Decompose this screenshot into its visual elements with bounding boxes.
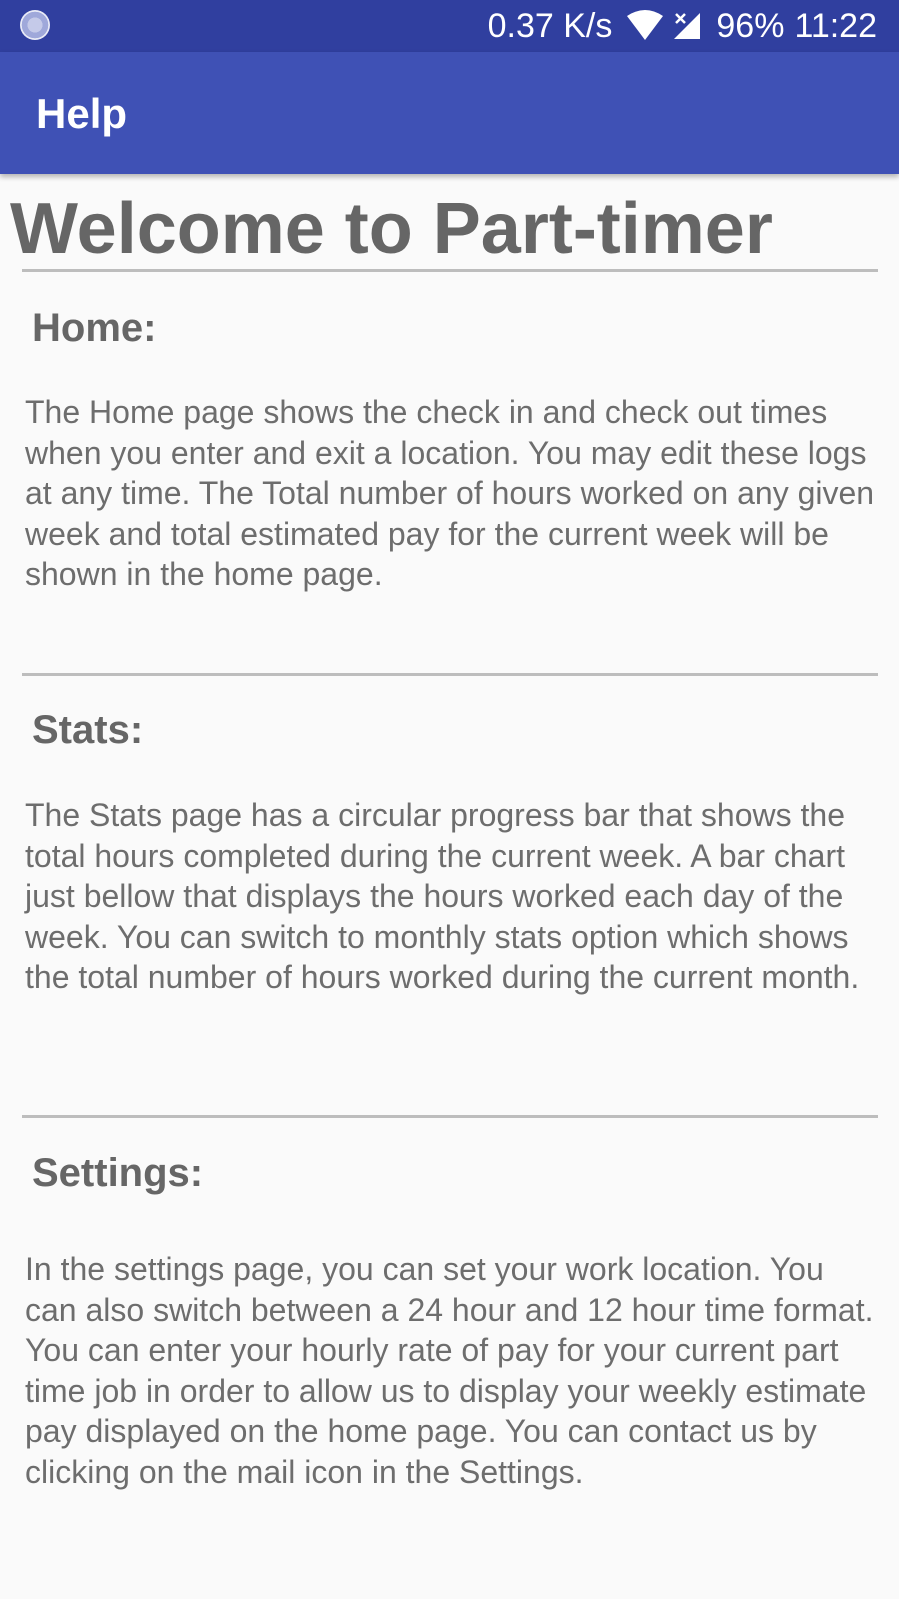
page-title: Welcome to Part-timer [10,189,773,269]
clock: 11:22 [794,6,877,45]
section-title-stats: Stats: [32,708,144,752]
divider [22,269,878,272]
section-body-home: The Home page shows the check in and che… [25,394,875,592]
wifi-icon [627,10,664,40]
battery-level: 96% [716,6,785,45]
section-body-settings: In the settings page, you can set your w… [25,1251,874,1490]
divider [22,1115,878,1118]
app-bar: Help [0,52,899,174]
app-bar-title: Help [36,90,128,137]
divider [22,673,878,676]
section-title-settings: Settings: [32,1151,204,1195]
signal-icon [674,13,701,39]
section-title-home: Home: [32,306,157,350]
section-body-stats: The Stats page has a circular progress b… [25,797,860,995]
status-right: 0.37 K/s 96% 11:22 [488,0,877,52]
notification-icon [20,10,50,40]
net-speed: 0.37 K/s [487,6,613,45]
status-bar: 0.37 K/s 96% 11:22 [0,0,899,52]
